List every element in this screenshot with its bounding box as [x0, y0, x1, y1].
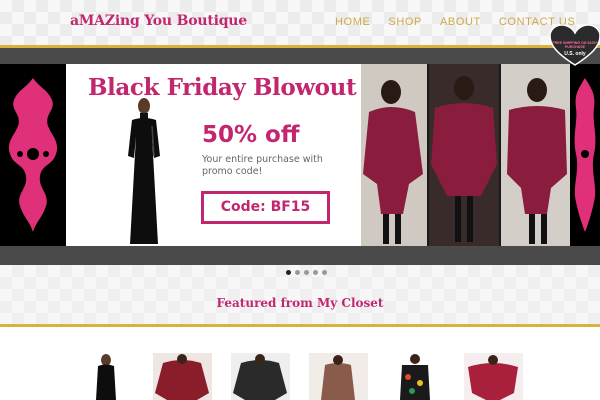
product-image [386, 353, 445, 400]
model-figure-icon [128, 98, 160, 244]
product-image [153, 353, 212, 400]
nav-home[interactable]: HOME [335, 16, 370, 28]
product-image [76, 353, 135, 400]
promo-description: Your entire purchase with promo code! [202, 154, 323, 177]
slider-dot-3[interactable] [304, 270, 309, 275]
product-strip [0, 327, 600, 400]
product-thumb[interactable] [309, 353, 368, 400]
slider-dot-5[interactable] [322, 270, 327, 275]
slider-pagination [286, 270, 327, 275]
featured-title: Featured from My Closet [216, 296, 384, 310]
product-thumb[interactable] [76, 353, 135, 400]
slider-dot-2[interactable] [295, 270, 300, 275]
ornament-panel-left [0, 64, 66, 246]
nav-about[interactable]: ABOUT [440, 16, 481, 28]
ornament-icon [574, 78, 596, 232]
product-thumb[interactable] [464, 353, 523, 400]
nav-shop[interactable]: SHOP [388, 16, 422, 28]
product-thumb[interactable] [153, 353, 212, 400]
promo-discount: 50% off [202, 122, 300, 148]
slider-dot-4[interactable] [313, 270, 318, 275]
promo-slide[interactable]: Black Friday Blowout 50% off Your entire… [66, 64, 361, 246]
badge-shipping-text: FREE SHIPPING ON $100+ PURCHASE [552, 41, 598, 49]
product-image [231, 353, 290, 400]
slider-dot-1[interactable] [286, 270, 291, 275]
product-image [309, 353, 368, 400]
ornament-icon [8, 78, 58, 232]
ornament-panel-right [570, 64, 600, 246]
promo-code-button[interactable]: Code: BF15 [201, 191, 330, 224]
product-thumb[interactable] [386, 353, 445, 400]
product-thumb[interactable] [231, 353, 290, 400]
product-image [464, 353, 523, 400]
model-photos-image [361, 64, 570, 246]
site-logo[interactable]: aMAZing You Boutique [70, 13, 247, 29]
model-photos [361, 64, 570, 246]
badge-region-text: U.S. only [564, 51, 586, 57]
free-shipping-badge[interactable]: FREE SHIPPING ON $100+ PURCHASE U.S. onl… [548, 24, 600, 66]
site-header: aMAZing You Boutique HOME SHOP ABOUT CON… [0, 0, 600, 45]
